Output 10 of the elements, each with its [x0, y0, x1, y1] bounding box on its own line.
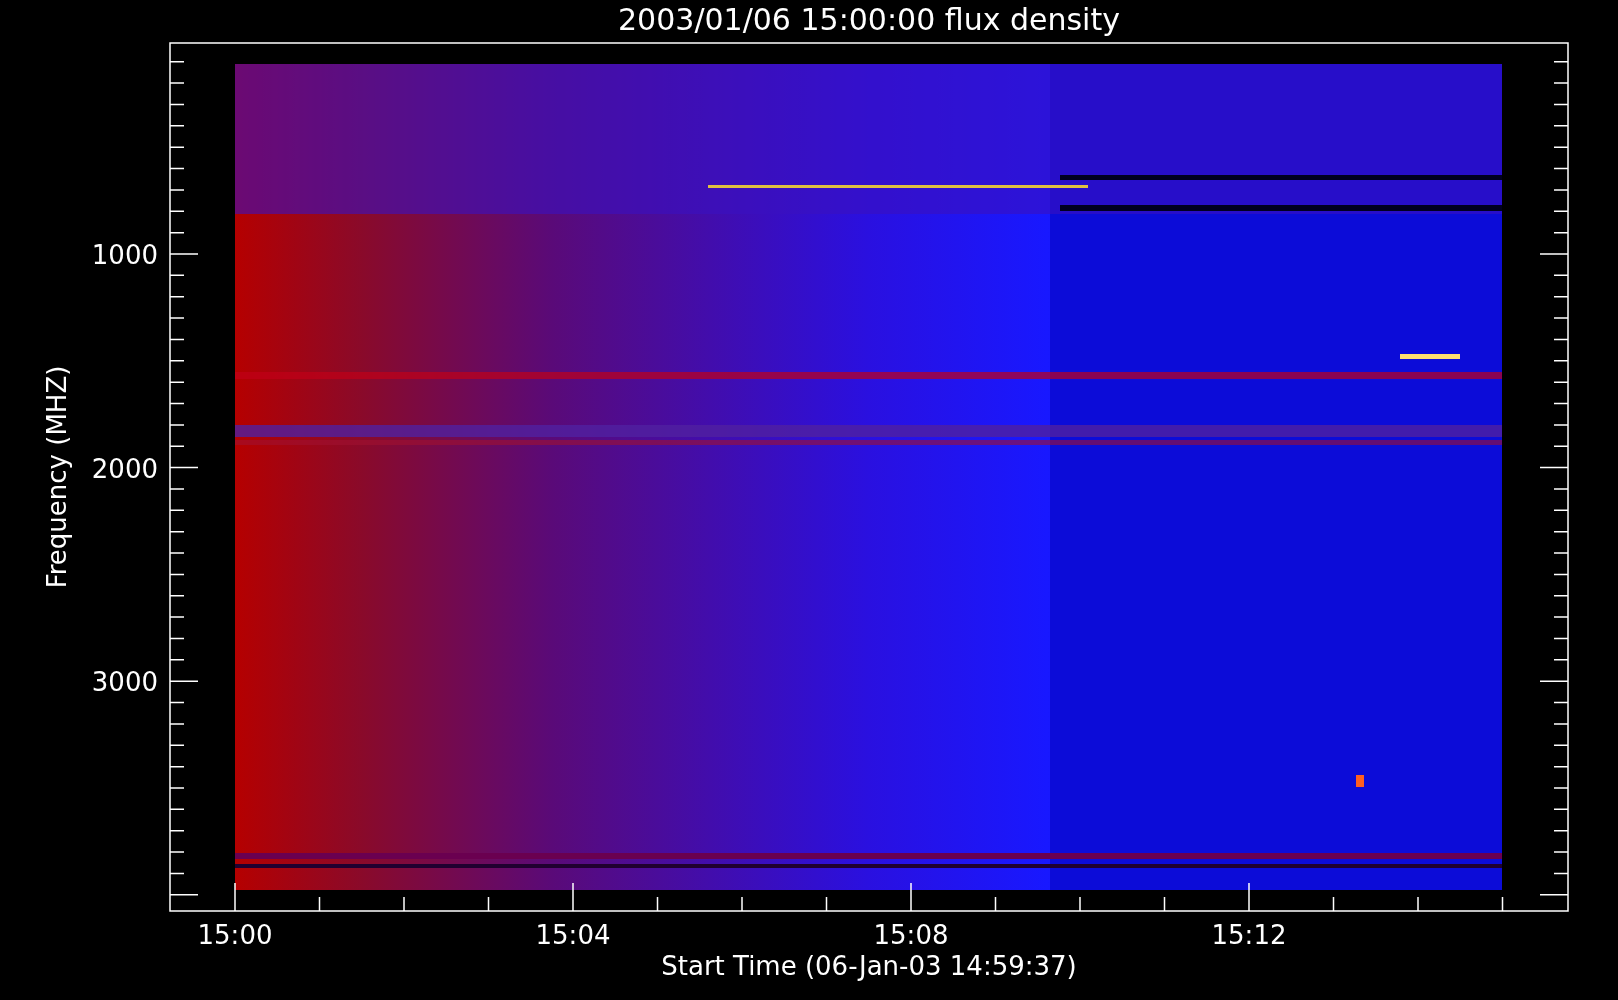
- x-tick-label: 15:00: [197, 920, 273, 950]
- x-tick-label: 15:12: [1211, 920, 1287, 950]
- x-tick-label: 15:04: [535, 920, 611, 950]
- y-tick-label: 3000: [91, 667, 158, 698]
- x-tick-label: 15:08: [873, 920, 949, 950]
- y-axis-label: Frequency (MHZ): [42, 365, 72, 589]
- y-tick-label: 1000: [91, 240, 158, 270]
- x-axis-label: Start Time (06-Jan-03 14:59:37): [661, 951, 1077, 981]
- plot-title: 2003/01/06 15:00:00 flux density: [618, 2, 1120, 37]
- y-tick-label: 2000: [91, 453, 158, 484]
